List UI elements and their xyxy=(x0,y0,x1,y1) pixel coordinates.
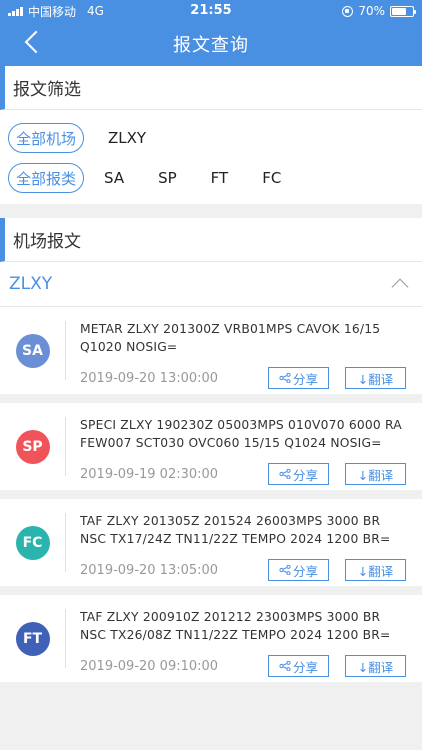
report-avatar-col: SP xyxy=(0,417,66,476)
report-footer: 2019-09-19 02:30:00 分享 ↓翻译 xyxy=(80,463,406,485)
airport-group-name: ZLXY xyxy=(9,274,53,294)
report-line-1: TAF ZLXY 200910Z 201212 23003MPS 3000 BR xyxy=(80,610,381,624)
report-item: FC TAF ZLXY 201305Z 201524 26003MPS 3000… xyxy=(0,499,422,586)
share-label: 分享 xyxy=(292,467,318,483)
filter-section-header: 报文筛选 xyxy=(0,66,422,110)
report-item: FT TAF ZLXY 200910Z 201212 23003MPS 3000… xyxy=(0,595,422,682)
share-icon xyxy=(279,565,291,575)
filters: 全部机场 ZLXY 全部报类 SA SP FT FC xyxy=(0,110,422,204)
report-line-2: Q1020 NOSIG= xyxy=(80,340,178,354)
report-line-1: SPECI ZLXY 190230Z 05003MPS 010V070 6000… xyxy=(80,418,402,432)
nav-bar: 报文查询 xyxy=(0,22,422,66)
all-types-button[interactable]: 全部报类 xyxy=(8,163,85,193)
report-type-avatar: SA xyxy=(15,333,50,368)
report-avatar-col: FT xyxy=(0,609,66,668)
report-type-avatar: SP xyxy=(15,429,50,464)
report-time: 2019-09-19 02:30:00 xyxy=(80,466,219,482)
type-option-sa[interactable]: SA xyxy=(104,169,124,187)
share-button[interactable]: 分享 xyxy=(268,559,329,581)
report-avatar-col: FC xyxy=(0,513,66,572)
report-type-avatar: FC xyxy=(15,525,50,560)
report-item: SP SPECI ZLXY 190230Z 05003MPS 010V070 6… xyxy=(0,403,422,490)
page-title: 报文查询 xyxy=(173,35,249,56)
share-button[interactable]: 分享 xyxy=(268,463,329,485)
type-option-sp[interactable]: SP xyxy=(158,169,177,187)
chevron-up-icon[interactable] xyxy=(391,278,409,296)
filter-section-title: 报文筛选 xyxy=(13,80,81,100)
report-body: METAR ZLXY 201300Z VRB01MPS CAVOK 16/15 … xyxy=(66,307,422,394)
translate-button[interactable]: ↓翻译 xyxy=(345,655,406,677)
share-icon xyxy=(279,373,291,383)
report-line-1: TAF ZLXY 201305Z 201524 26003MPS 3000 BR xyxy=(80,514,381,528)
report-line-2: NSC TX17/24Z TN11/22Z TEMPO 2024 1200 BR… xyxy=(80,532,391,546)
share-label: 分享 xyxy=(292,371,318,387)
top-bar: 中国移动 4G 21:55 70% 报文查询 xyxy=(0,0,422,66)
report-footer: 2019-09-20 09:10:00 分享 ↓翻译 xyxy=(80,655,406,677)
report-avatar-col: SA xyxy=(0,321,66,380)
status-bar: 中国移动 4G 21:55 70% xyxy=(0,0,422,22)
airport-filter-row: 全部机场 ZLXY xyxy=(0,118,422,158)
reports-section-title: 机场报文 xyxy=(13,232,81,252)
battery-icon xyxy=(390,5,416,17)
share-label: 分享 xyxy=(292,659,318,675)
share-icon xyxy=(279,469,291,479)
share-button[interactable]: 分享 xyxy=(268,367,329,389)
share-button[interactable]: 分享 xyxy=(268,655,329,677)
reports-section-header: 机场报文 xyxy=(0,218,422,262)
airport-group-header[interactable]: ZLXY xyxy=(0,262,422,307)
share-label: 分享 xyxy=(292,563,318,579)
report-footer: 2019-09-20 13:05:00 分享 ↓翻译 xyxy=(80,559,406,581)
status-time: 21:55 xyxy=(190,3,232,18)
orientation-lock-icon xyxy=(342,5,354,17)
battery-fill xyxy=(392,7,406,15)
back-icon[interactable] xyxy=(24,30,48,54)
report-time: 2019-09-20 09:10:00 xyxy=(80,658,219,674)
translate-button[interactable]: ↓翻译 xyxy=(345,559,406,581)
report-item: SA METAR ZLXY 201300Z VRB01MPS CAVOK 16/… xyxy=(0,307,422,394)
all-airports-button[interactable]: 全部机场 xyxy=(8,123,85,153)
report-body: TAF ZLXY 201305Z 201524 26003MPS 3000 BR… xyxy=(66,499,422,586)
type-filter-row: 全部报类 SA SP FT FC xyxy=(0,158,422,198)
report-line-1: METAR ZLXY 201300Z VRB01MPS CAVOK 16/15 xyxy=(80,322,381,336)
translate-button[interactable]: ↓翻译 xyxy=(345,367,406,389)
type-option-fc[interactable]: FC xyxy=(262,169,281,187)
share-icon xyxy=(279,661,291,671)
report-body: SPECI ZLXY 190230Z 05003MPS 010V070 6000… xyxy=(66,403,422,490)
report-body: TAF ZLXY 200910Z 201212 23003MPS 3000 BR… xyxy=(66,595,422,682)
report-time: 2019-09-20 13:00:00 xyxy=(80,370,219,386)
report-footer: 2019-09-20 13:00:00 分享 ↓翻译 xyxy=(80,367,406,389)
report-type-avatar: FT xyxy=(15,621,50,656)
report-time: 2019-09-20 13:05:00 xyxy=(80,562,219,578)
type-option-ft[interactable]: FT xyxy=(211,169,229,187)
report-line-2: NSC TX26/08Z TN11/22Z TEMPO 2024 1200 BR… xyxy=(80,628,391,642)
report-list: SA METAR ZLXY 201300Z VRB01MPS CAVOK 16/… xyxy=(0,307,422,682)
airport-option[interactable]: ZLXY xyxy=(108,129,146,147)
translate-button[interactable]: ↓翻译 xyxy=(345,463,406,485)
report-line-2: FEW007 SCT030 OVC060 15/15 Q1024 NOSIG= xyxy=(80,436,382,450)
